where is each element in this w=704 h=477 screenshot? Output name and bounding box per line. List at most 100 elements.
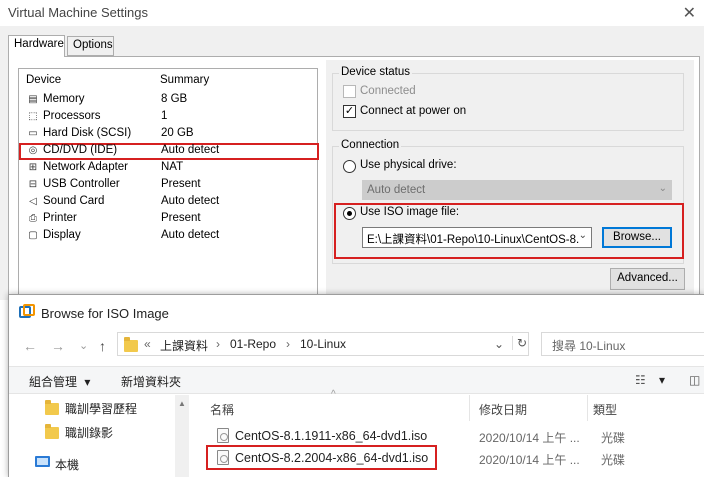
device-summary: Auto detect: [161, 229, 220, 241]
device-name: USB Controller: [43, 178, 120, 190]
advanced-button[interactable]: Advanced...: [610, 268, 685, 290]
file-type: 光碟: [601, 453, 626, 467]
forward-arrow-icon[interactable]: →: [51, 338, 65, 354]
history-chevron-icon[interactable]: ⌄: [79, 339, 88, 352]
selected-file-highlight: [206, 445, 437, 470]
column-divider[interactable]: [587, 395, 588, 421]
nav-item-label[interactable]: 職訓學習歷程: [65, 400, 137, 417]
device-name: Display: [43, 229, 81, 241]
summary-column-header: Summary: [160, 74, 210, 86]
device-row-display[interactable]: ▢ Display Auto detect: [24, 228, 316, 245]
vmware-logo-icon: [19, 304, 35, 318]
use-iso-image-label: Use ISO image file:: [360, 206, 460, 218]
column-header-type[interactable]: 類型: [593, 401, 617, 418]
vm-settings-titlebar: Virtual Machine Settings ✕: [0, 0, 704, 26]
column-header-modified[interactable]: 修改日期: [479, 401, 527, 418]
use-physical-drive-label: Use physical drive:: [360, 159, 457, 171]
preview-pane-icon[interactable]: ◫: [689, 373, 700, 387]
column-header-name[interactable]: 名稱: [210, 401, 234, 418]
device-summary: Present: [161, 212, 201, 224]
dialog-title: Browse for ISO Image: [41, 306, 169, 321]
display-icon: ▢: [28, 230, 38, 241]
device-row-cd-dvd[interactable]: ◎ CD/DVD (IDE) Auto detect: [19, 143, 319, 160]
vm-settings-window: Virtual Machine Settings ✕ Hardware Opti…: [0, 0, 704, 300]
device-summary: 1: [161, 110, 168, 122]
folder-icon: [45, 424, 59, 439]
file-modified: 2020/10/14 上午 ...: [479, 431, 580, 445]
device-name: CD/DVD (IDE): [43, 144, 118, 156]
device-summary: NAT: [161, 161, 184, 173]
chevron-down-icon: ⌄: [578, 230, 587, 241]
device-summary: Present: [161, 178, 201, 190]
refresh-icon[interactable]: ↻: [512, 336, 527, 350]
device-summary: 20 GB: [161, 127, 194, 139]
device-row-usb-controller[interactable]: ⊟ USB Controller Present: [24, 177, 316, 194]
dialog-toolbar: 組合管理 ▾ 新增資料夾 ☷ ▾ ◫: [9, 366, 704, 394]
device-column-header: Device: [26, 74, 62, 86]
device-row-network-adapter[interactable]: ⊞ Network Adapter NAT: [24, 160, 316, 177]
physical-drive-value: Auto detect: [367, 184, 426, 196]
organize-label: 組合管理: [29, 375, 78, 389]
device-status-group: Device status: [332, 66, 684, 131]
browse-button[interactable]: Browse...: [602, 227, 672, 248]
device-name: Hard Disk (SCSI): [43, 127, 132, 139]
address-bar[interactable]: « 上課資料 › 01-Repo › 10-Linux ⌄ ↻: [117, 332, 529, 356]
sort-ascending-icon: ^: [331, 389, 336, 400]
tab-hardware[interactable]: Hardware: [8, 35, 65, 57]
window-title: Virtual Machine Settings: [8, 5, 148, 20]
connect-at-power-on-checkbox[interactable]: ✓: [343, 105, 356, 118]
breadcrumb-overflow[interactable]: «: [144, 337, 151, 351]
hard-disk-icon: ▭: [28, 128, 38, 139]
device-row-memory[interactable]: ▤ Memory 8 GB: [24, 92, 316, 109]
device-list[interactable]: Device Summary ▤ Memory 8 GB ⬚ Processor…: [18, 68, 319, 300]
physical-drive-select[interactable]: Auto detect ⌄: [362, 180, 672, 200]
new-folder-button[interactable]: 新增資料夾: [121, 373, 181, 390]
connected-label: Connected: [360, 85, 416, 97]
file-type: 光碟: [601, 431, 626, 445]
address-dropdown-icon[interactable]: ⌄: [494, 337, 504, 351]
breadcrumb-item[interactable]: 10-Linux: [300, 337, 346, 351]
folder-icon: [45, 400, 59, 415]
iso-path-value: E:\上課資料\01-Repo\10-Linux\CentOS-8.: [367, 234, 580, 246]
file-modified: 2020/10/14 上午 ...: [479, 453, 580, 467]
device-row-processors[interactable]: ⬚ Processors 1: [24, 109, 316, 126]
memory-icon: ▤: [28, 94, 38, 105]
back-arrow-icon[interactable]: ←: [23, 338, 37, 354]
nav-item-label[interactable]: 本機: [55, 456, 79, 473]
device-row-hard-disk[interactable]: ▭ Hard Disk (SCSI) 20 GB: [24, 126, 316, 143]
view-options-icon[interactable]: ☷: [635, 373, 646, 387]
connection-label: Connection: [339, 139, 402, 151]
use-physical-drive-radio[interactable]: [343, 160, 356, 173]
connected-checkbox[interactable]: [343, 85, 356, 98]
printer-icon: ⎙: [29, 213, 37, 224]
file-row[interactable]: CentOS-8.1.1911-x86_64-dvd1.iso 2020/10/…: [209, 427, 704, 447]
file-name: CentOS-8.1.1911-x86_64-dvd1.iso: [235, 429, 428, 443]
tab-options[interactable]: Options: [67, 36, 114, 56]
breadcrumb-separator: ›: [216, 337, 220, 351]
up-arrow-icon[interactable]: ↑: [99, 338, 106, 354]
folder-icon: [124, 337, 138, 352]
search-box[interactable]: 搜尋 10-Linux: [541, 332, 704, 356]
column-divider[interactable]: [469, 395, 470, 421]
cd-dvd-icon: ◎: [28, 145, 38, 156]
chevron-down-icon: ⌄: [658, 183, 667, 194]
nav-pane-scrollbar[interactable]: ▲: [175, 395, 189, 477]
usb-controller-icon: ⊟: [28, 179, 38, 190]
processor-icon: ⬚: [28, 111, 38, 122]
scroll-up-icon[interactable]: ▲: [178, 399, 186, 408]
breadcrumb-item[interactable]: 上課資料: [160, 337, 208, 354]
view-caret-icon[interactable]: ▾: [659, 373, 665, 387]
breadcrumb-item[interactable]: 01-Repo: [230, 337, 276, 351]
device-summary: Auto detect: [161, 195, 220, 207]
device-summary: 8 GB: [161, 93, 188, 105]
iso-path-input[interactable]: E:\上課資料\01-Repo\10-Linux\CentOS-8. ⌄: [362, 227, 592, 248]
nav-item-label[interactable]: 職訓錄影: [65, 424, 113, 441]
device-row-printer[interactable]: ⎙ Printer Present: [24, 211, 316, 228]
device-name: Network Adapter: [43, 161, 129, 173]
use-iso-image-radio[interactable]: [343, 207, 356, 220]
close-icon[interactable]: ✕: [683, 3, 696, 23]
device-row-sound-card[interactable]: ◁ Sound Card Auto detect: [24, 194, 316, 211]
organize-menu[interactable]: 組合管理 ▾: [29, 373, 90, 390]
search-input[interactable]: 搜尋 10-Linux: [552, 337, 625, 354]
device-settings-pane: Device status Connected ✓ Connect at pow…: [326, 60, 694, 300]
